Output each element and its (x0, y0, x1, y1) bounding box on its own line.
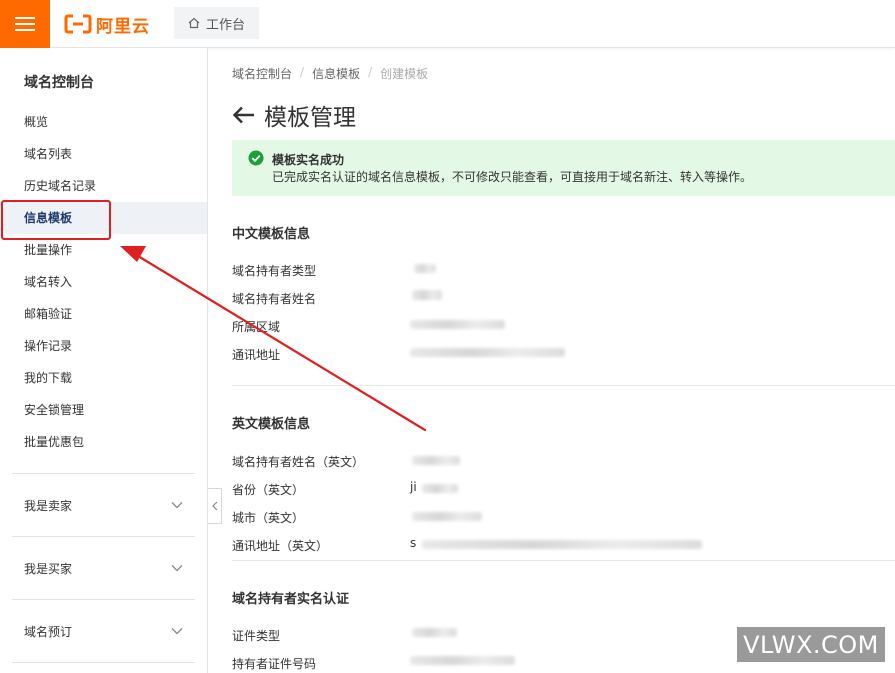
redacted-value (422, 484, 458, 493)
menu-icon-bar (15, 29, 35, 31)
home-icon (188, 17, 200, 29)
chevron-left-icon (211, 501, 217, 511)
sidebar-item-label: 域名列表 (24, 147, 73, 161)
section-title-holder-verification: 域名持有者实名认证 (232, 592, 350, 607)
redacted-value (412, 512, 482, 521)
success-alert: 模板实名成功 已完成实名认证的域名信息模板，不可修改只能查看，可直接用于域名新注… (232, 140, 895, 196)
check-circle-icon (248, 150, 264, 166)
breadcrumb-item-console[interactable]: 域名控制台 (232, 65, 292, 82)
sidebar-item-my-downloads[interactable]: 我的下载 (0, 362, 207, 394)
sidebar-item-label: 历史域名记录 (24, 179, 97, 193)
alert-description: 已完成实名认证的域名信息模板，不可修改只能查看，可直接用于域名新注、转入等操作。 (272, 170, 753, 184)
sidebar-item-email-verification[interactable]: 邮箱验证 (0, 298, 207, 330)
sidebar-item-batch-operations[interactable]: 批量操作 (0, 234, 207, 266)
sidebar-item-label: 邮箱验证 (24, 307, 73, 321)
field-value-address-en: s (410, 536, 417, 550)
sidebar-item-label: 批量优惠包 (24, 435, 85, 449)
redacted-value (412, 456, 460, 465)
hamburger-menu-button[interactable] (0, 0, 50, 48)
section-divider (232, 385, 895, 386)
sidebar-group-buyer[interactable]: 我是买家 (0, 548, 207, 588)
sidebar-item-info-templates[interactable]: 信息模板 (0, 202, 207, 234)
sidebar-item-overview[interactable]: 概览 (0, 106, 207, 138)
breadcrumb: 域名控制台 / 信息模板 / 创建模板 (232, 65, 428, 82)
field-value-province-en: ji (410, 480, 417, 494)
breadcrumb-separator: / (300, 65, 305, 79)
field-label-city-en: 城市（英文） (232, 511, 305, 525)
brand-logo[interactable]: 阿里云 (64, 12, 150, 37)
sidebar-item-label: 概览 (24, 115, 49, 129)
sidebar-group-seller[interactable]: 我是卖家 (0, 485, 207, 525)
chevron-down-icon (171, 565, 183, 572)
sidebar-divider (12, 536, 195, 537)
field-label-holder-name: 域名持有者姓名 (232, 292, 317, 306)
sidebar-item-label: 安全锁管理 (24, 403, 85, 417)
sidebar-item-history-domains[interactable]: 历史域名记录 (0, 170, 207, 202)
sidebar-divider (12, 662, 195, 663)
redacted-value (410, 656, 515, 665)
breadcrumb-item-create-template: 创建模板 (380, 67, 429, 81)
alert-title: 模板实名成功 (272, 153, 345, 167)
menu-icon-bar (15, 23, 35, 25)
breadcrumb-separator: / (368, 65, 373, 79)
field-label-id-type: 证件类型 (232, 629, 281, 643)
redacted-value (412, 290, 442, 300)
breadcrumb-item-info-templates[interactable]: 信息模板 (312, 65, 360, 82)
aliyun-logo-icon (64, 14, 92, 34)
page-title: 模板管理 (264, 105, 356, 131)
sidebar-group-domain-reservation[interactable]: 域名预订 (0, 611, 207, 651)
sidebar-item-label: 我的下载 (24, 371, 73, 385)
sidebar-item-operation-log[interactable]: 操作记录 (0, 330, 207, 362)
field-label-address: 通讯地址 (232, 348, 281, 362)
sidebar-collapse-button[interactable] (208, 488, 222, 524)
chevron-down-icon (171, 502, 183, 509)
sidebar-divider (12, 599, 195, 600)
chevron-down-icon (171, 628, 183, 635)
sidebar-item-domain-list[interactable]: 域名列表 (0, 138, 207, 170)
brand-name: 阿里云 (96, 16, 150, 37)
field-label-region: 所属区域 (232, 320, 281, 334)
sidebar-title: 域名控制台 (24, 75, 94, 91)
top-bar: 阿里云 工作台 (0, 0, 895, 48)
sidebar-item-security-lock[interactable]: 安全锁管理 (0, 394, 207, 426)
sidebar-divider (12, 473, 195, 474)
page-header: 模板管理 (232, 98, 356, 132)
sidebar-group-label: 域名预订 (24, 624, 73, 639)
sidebar-item-domain-transfer-in[interactable]: 域名转入 (0, 266, 207, 298)
redacted-value (414, 264, 436, 273)
redacted-value (422, 540, 702, 549)
sidebar-group-label: 我是卖家 (24, 498, 73, 513)
field-label-address-en: 通讯地址（英文） (232, 539, 329, 553)
field-label-holder-name-en: 域名持有者姓名（英文） (232, 455, 365, 469)
watermark: VLWX.COM (737, 627, 885, 662)
redacted-value (412, 628, 457, 637)
section-title-english-template: 英文模板信息 (232, 417, 311, 432)
sidebar-item-label: 批量操作 (24, 243, 73, 257)
sidebar-group-label: 我是买家 (24, 561, 73, 576)
section-divider (232, 560, 895, 561)
sidebar-item-batch-discount[interactable]: 批量优惠包 (0, 426, 207, 458)
section-title-chinese-template: 中文模板信息 (232, 227, 311, 242)
sidebar-item-label: 信息模板 (24, 211, 73, 225)
field-label-holder-type: 域名持有者类型 (232, 264, 317, 278)
back-arrow-icon[interactable] (232, 105, 256, 125)
sidebar: 域名控制台 概览 域名列表 历史域名记录 信息模板 批量操作 域名转入 邮箱验证… (0, 48, 208, 673)
field-label-province-en: 省份（英文） (232, 483, 305, 497)
menu-icon (15, 17, 35, 19)
field-label-id-number: 持有者证件号码 (232, 657, 317, 671)
redacted-value (410, 320, 505, 329)
workbench-label: 工作台 (206, 17, 246, 33)
workbench-button[interactable]: 工作台 (174, 7, 260, 39)
redacted-value (410, 348, 565, 357)
sidebar-item-label: 域名转入 (24, 275, 73, 289)
sidebar-item-label: 操作记录 (24, 339, 73, 353)
